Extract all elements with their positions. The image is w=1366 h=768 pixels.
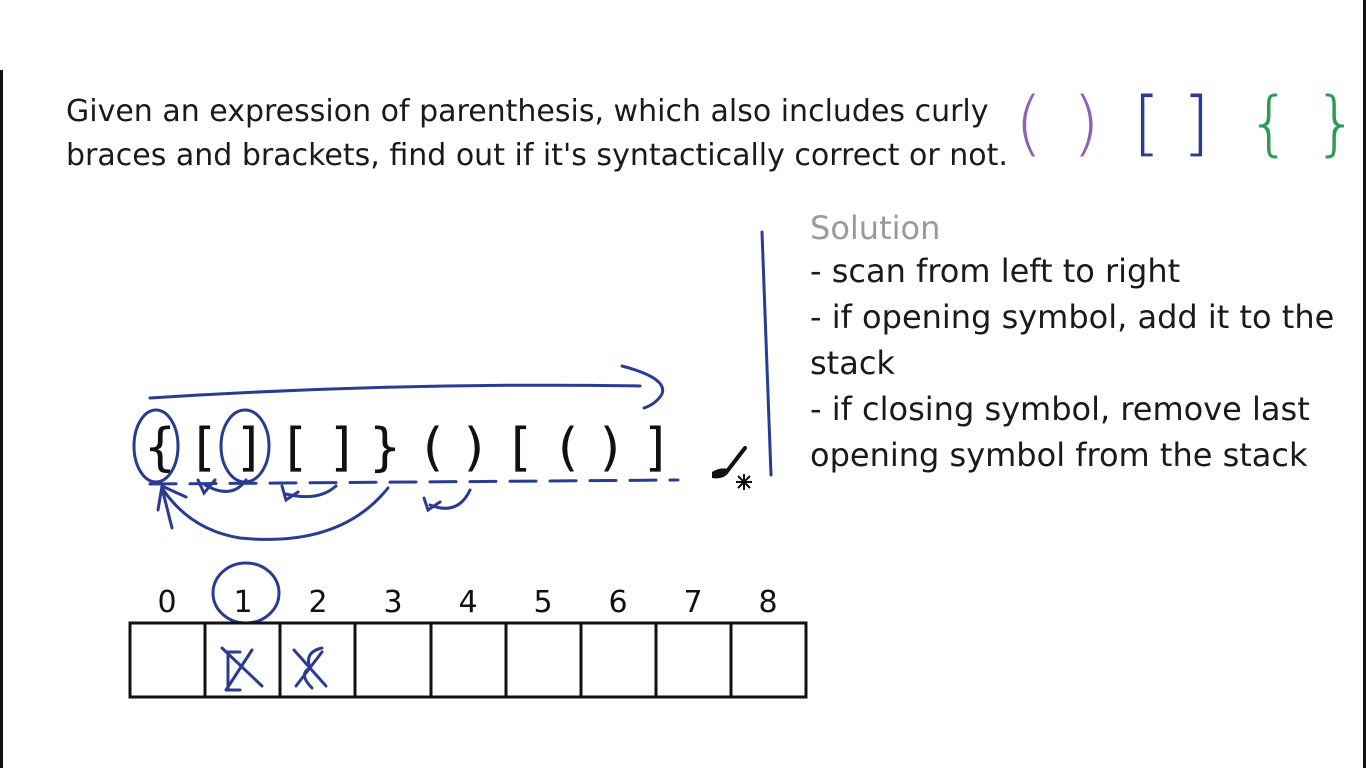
stack-crossed-entries (220, 646, 328, 692)
dashed-underline (148, 478, 680, 486)
expr-char: [ (195, 418, 215, 478)
stack-index-label: 6 (608, 585, 627, 620)
stack-diagram: { [ ] [ ] } ( ) [ ( ) ] 0 1 2 3 4 5 6 7 … (128, 230, 808, 699)
stack-index-label: 0 (157, 585, 176, 620)
stack-index-label: 3 (383, 585, 402, 620)
return-arrow-head (280, 484, 300, 503)
expr-char: ] (238, 418, 258, 478)
expr-char: [ (511, 418, 531, 478)
expr-char: ] (645, 418, 665, 478)
paint-brush-cursor-icon (712, 446, 752, 490)
return-arrow (160, 486, 390, 541)
expr-char: [ (286, 418, 306, 478)
scan-arrow-shaft (148, 383, 642, 400)
stack-outline (128, 621, 808, 699)
stack-cells (128, 621, 808, 699)
stack-indices: 0 1 2 3 4 5 6 7 8 (157, 585, 777, 620)
stack-index-label: 7 (683, 585, 702, 620)
stack-index-label: 4 (458, 585, 477, 620)
stack-index-label: 5 (533, 585, 552, 620)
expr-char: ( (423, 418, 443, 478)
stack-index-label: 2 (308, 585, 327, 620)
stack-index-label: 1 (233, 585, 252, 620)
expr-char: } (368, 418, 401, 478)
expr-char: ) (464, 418, 484, 478)
stack-index-label: 8 (758, 585, 777, 620)
expr-char: ) (600, 418, 620, 478)
divider-stroke (760, 230, 773, 477)
expr-char: ] (331, 418, 351, 478)
expr-char: ( (558, 418, 578, 478)
